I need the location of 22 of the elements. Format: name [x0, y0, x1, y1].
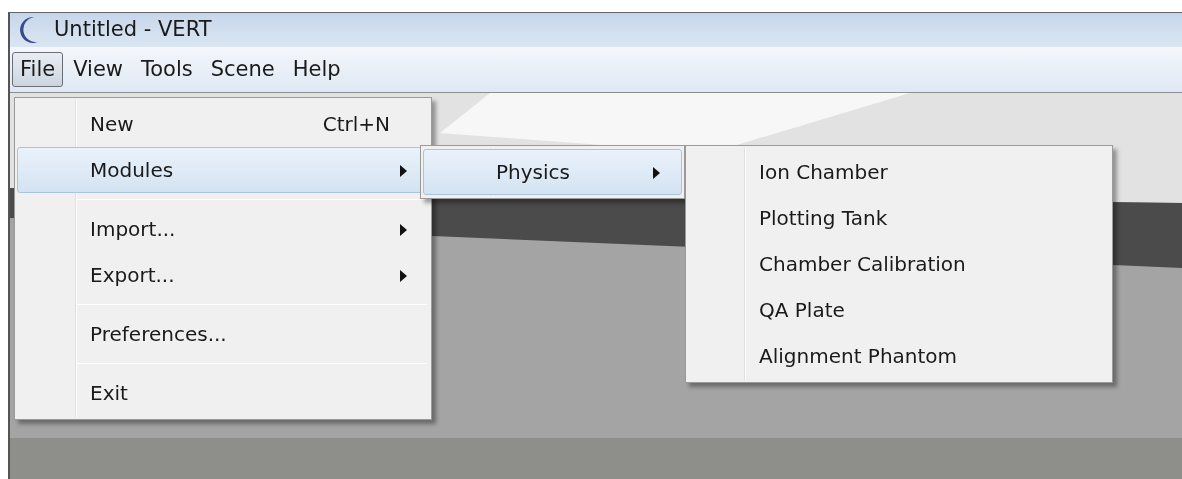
menu-bar-item[interactable]: Scene — [202, 51, 283, 88]
submenu-arrow-icon — [400, 165, 408, 177]
menu-bar-item[interactable]: View — [65, 51, 131, 88]
menu-item[interactable]: Plotting Tank — [688, 195, 1110, 241]
menu-item[interactable]: New Ctrl+N — [17, 101, 429, 147]
menu-item[interactable]: Export... — [17, 252, 429, 298]
menu-item[interactable]: Chamber Calibration — [688, 241, 1110, 287]
menu-bar-item[interactable]: Help — [284, 51, 349, 88]
menu-item[interactable]: Alignment Phantom — [688, 333, 1110, 379]
submenu-arrow-icon — [400, 224, 408, 236]
menu-item[interactable]: Exit — [17, 370, 429, 416]
menu-item[interactable]: Import... — [17, 206, 429, 252]
menu-bar-item[interactable]: File — [12, 51, 64, 88]
shortcut-text: Ctrl+N — [322, 111, 390, 138]
menu-item[interactable]: Ion Chamber — [688, 149, 1110, 195]
menu-item[interactable]: Physics — [423, 149, 682, 195]
menu-bar-item[interactable]: Tools — [133, 51, 201, 88]
menu-item[interactable]: QA Plate — [688, 287, 1110, 333]
window-title: Untitled - VERT — [54, 16, 212, 44]
submenu-arrow-icon — [653, 167, 661, 179]
submenu-arrow-icon — [400, 270, 408, 282]
menu-item[interactable]: Preferences... — [17, 311, 429, 357]
